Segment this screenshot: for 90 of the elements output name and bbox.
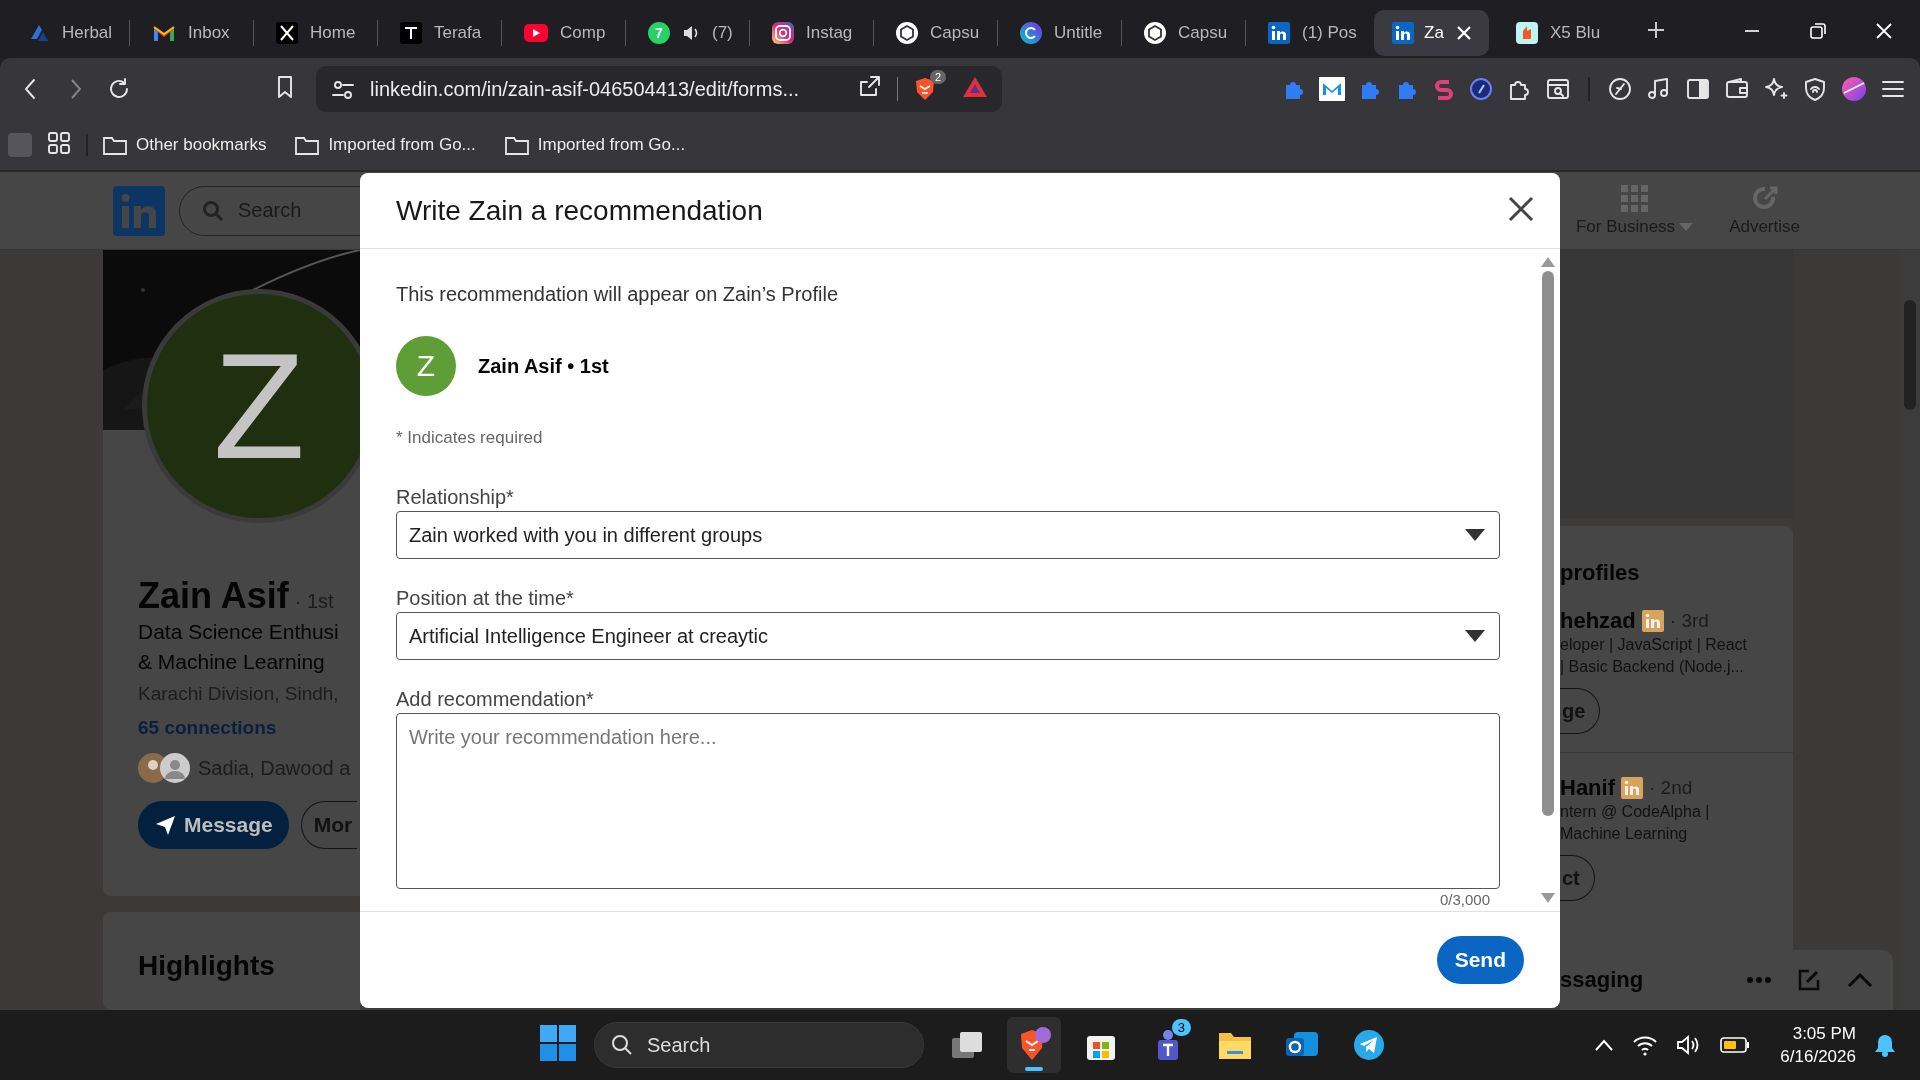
dropdown-field[interactable]: Zain worked with you in different groups: [396, 511, 1500, 559]
folder-icon: [294, 134, 321, 156]
sidebar-icon[interactable]: [1685, 76, 1711, 102]
browser-tab[interactable]: Inbox: [134, 10, 249, 56]
wifi-icon[interactable]: [1632, 1034, 1659, 1056]
messaging-title: ssaging: [1560, 967, 1644, 993]
mutual-avatar-icon: [160, 753, 190, 783]
compass-icon[interactable]: [1469, 77, 1493, 101]
character-counter: 0/3,000: [1440, 891, 1491, 908]
swirl-icon[interactable]: [1432, 77, 1456, 101]
people-icon: [1158, 1030, 1178, 1060]
browser-tab[interactable]: X5 Blu: [1498, 10, 1613, 56]
browser-tab[interactable]: Herbal: [10, 10, 125, 56]
caret-down-icon: [1465, 529, 1485, 541]
folder-icon: [503, 134, 530, 156]
cross-logo-icon: [276, 22, 298, 44]
search-icon: [202, 199, 224, 222]
scroll-down-icon[interactable]: [1541, 893, 1555, 903]
count-badge: 2: [929, 70, 946, 84]
windows-logo-icon[interactable]: [540, 1025, 576, 1061]
notification-badge: 3: [1171, 1019, 1191, 1036]
mail-icon: [152, 23, 176, 43]
browser-tab[interactable]: Capsu: [1126, 10, 1241, 56]
scroll-up-icon[interactable]: [1541, 257, 1555, 267]
browser-tab[interactable]: Za: [1374, 10, 1489, 56]
taskbar-search[interactable]: Search: [594, 1022, 924, 1068]
url-text: linkedin.com/in/zain-asif-046504413/edit/forms...: [370, 77, 800, 101]
required-note: * Indicates required: [396, 428, 544, 448]
caret-down-icon: [1679, 222, 1694, 231]
clock[interactable]: 3:05 PM 6/16/2026: [1780, 1022, 1856, 1068]
restore-icon[interactable]: [1808, 21, 1828, 41]
grid-icon: [1620, 184, 1649, 213]
paper-plane-icon: [1353, 1029, 1385, 1061]
browser-tab[interactable]: 7 (7): [630, 10, 745, 56]
browser-tab[interactable]: Untitle: [1002, 10, 1117, 56]
caret-down-icon: [1465, 630, 1485, 642]
browser-tab[interactable]: Instag: [754, 10, 869, 56]
close-icon: [1508, 196, 1534, 222]
message-button[interactable]: Message: [138, 801, 289, 849]
linkedin-badge-icon: [1621, 777, 1643, 799]
browser-tab[interactable]: Comp: [506, 10, 621, 56]
profile-avatar-icon[interactable]: [1841, 76, 1867, 102]
new-tab-icon[interactable]: [1646, 20, 1666, 40]
bell-icon[interactable]: [1874, 1033, 1896, 1057]
taskbar-app[interactable]: [1007, 1017, 1061, 1073]
bookmark-folder[interactable]: Imported from Go...: [503, 134, 686, 156]
dropdown-field[interactable]: Artificial Intelligence Engineer at creaytic: [396, 612, 1500, 660]
address-bar[interactable]: linkedin.com/in/zain-asif-046504413/edit/forms... 2: [316, 66, 1002, 112]
bookmark-folder[interactable]: Imported from Go...: [294, 134, 476, 156]
taskbar-app[interactable]: 3: [1141, 1017, 1195, 1073]
section-title: Highlights: [138, 949, 275, 981]
square-logo-icon: [400, 22, 422, 44]
close-icon[interactable]: [1874, 21, 1894, 41]
linkedin-logo-icon: [1392, 22, 1414, 44]
field-label: Relationship*: [396, 486, 515, 509]
shield-icon[interactable]: [1802, 76, 1828, 102]
circle-logo-icon: [1020, 22, 1042, 44]
field-label: Add recommendation*: [396, 688, 595, 711]
browser-tab[interactable]: (1) Pos: [1250, 10, 1365, 56]
camera-logo-icon: [772, 22, 794, 44]
profile-name: Zain Asif: [138, 575, 289, 617]
recipient-name: Zain Asif • 1st: [478, 354, 609, 378]
page-search-icon[interactable]: [1545, 76, 1571, 102]
recommendation-field[interactable]: Write your recommendation here...: [396, 713, 1500, 889]
search-icon: [611, 1034, 633, 1056]
battery-icon[interactable]: [1720, 1036, 1751, 1054]
browser-tab[interactable]: Capsu: [878, 10, 993, 56]
triangle-logo-icon[interactable]: [962, 75, 988, 99]
send-button[interactable]: Send: [1436, 936, 1524, 984]
chat-badge: 7: [648, 22, 670, 44]
linkedin-logo-icon: [1268, 22, 1290, 44]
envelope-logo-icon[interactable]: [1319, 77, 1345, 101]
sparkle-icon[interactable]: [1763, 76, 1789, 102]
profile-headline: & Machine Learning: [138, 649, 326, 675]
play-icon: [524, 24, 548, 42]
folder-icon: [102, 134, 128, 156]
profile-headline: Data Science Enthusi: [138, 619, 340, 645]
close-icon[interactable]: [1456, 25, 1472, 41]
browser-tab[interactable]: Home: [258, 10, 373, 56]
field-label: Position at the time*: [396, 587, 575, 610]
window-stack-icon: [950, 1030, 984, 1060]
recipient-avatar: Z: [396, 336, 456, 396]
notice-text: This recommendation will appear on Zain’s Profile: [396, 283, 840, 306]
browser-tab[interactable]: Terafa: [382, 10, 497, 56]
apps-grid-icon[interactable]: [46, 130, 72, 156]
linkedin-badge-icon: [1641, 610, 1664, 632]
bookmark-folder[interactable]: Other bookmarks: [102, 134, 267, 156]
flame-logo-icon: [1516, 22, 1538, 44]
send-icon: [154, 814, 176, 836]
card-title: profiles: [1560, 560, 1641, 586]
